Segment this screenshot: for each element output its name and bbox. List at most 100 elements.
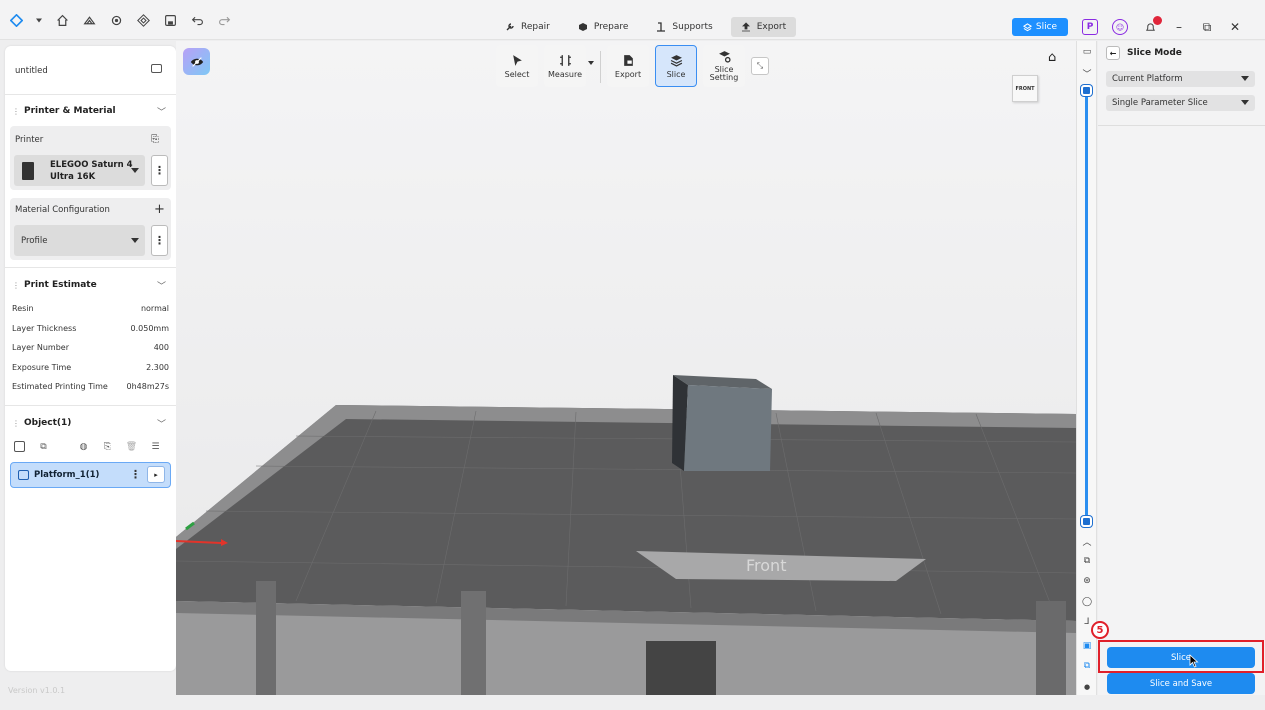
checkbox-icon[interactable] [14,441,25,452]
layer-slider-column: ▭ ﹀ ︿ ⧉ ⊛ ◯ ⅃ ▣ ⧉ ● [1076,41,1097,695]
printer-select[interactable]: ELEGOO Saturn 4 Ultra 16K [14,155,145,186]
platform-expand-icon[interactable]: ▸ [147,466,165,483]
group-icon[interactable]: ⧉ [38,441,49,452]
slice-tool[interactable]: Slice [655,45,697,87]
estimate-label: Estimated Printing Time [12,382,108,391]
chevron-down-icon[interactable]: ﹀ [157,417,167,430]
material-config-label: Material Configuration [15,205,110,215]
dropdown-arrow-icon [1241,76,1249,81]
undo-icon[interactable] [189,12,205,28]
mouse-cursor-icon [1189,654,1199,668]
export-tool[interactable]: Export [607,45,649,87]
pro-badge-icon[interactable]: P [1082,19,1098,35]
layers-view-icon[interactable]: ⧉ [1081,660,1093,672]
platform-item[interactable]: Platform_1(1) ⋮ ▸ [10,462,171,488]
duplicate-icon[interactable]: ⎘ [102,441,113,452]
sidebar-toggle-icon[interactable]: ▭ [1081,46,1093,58]
copy-view-icon[interactable]: ⧉ [1081,555,1093,567]
restore-icon[interactable]: ⧉ [1200,20,1214,35]
slice-tool-label: Slice [666,69,686,79]
printer-material-header[interactable]: ⋮ Printer & Material [12,106,116,116]
quick-toolbar [8,12,232,28]
estimate-value: 0.050mm [130,324,170,333]
estimate-row: Resin normal [12,304,169,313]
bottom-bar [0,695,1265,710]
3d-viewport[interactable]: Front Select Measure Export Slice Slice … [176,41,1076,695]
tab-export[interactable]: Export [730,17,797,37]
panel-toggle-icon[interactable] [151,64,162,73]
slice-and-save-button[interactable]: Slice and Save [1107,673,1255,694]
divider [5,405,176,406]
ring-icon[interactable]: ◯ [1081,596,1093,608]
user-avatar-icon[interactable]: ☺ [1112,19,1128,35]
profile-more-button[interactable]: ⋮ [151,225,168,256]
tab-export-label: Export [756,22,787,32]
arrange-icon[interactable]: ☰ [150,441,161,452]
wrench-icon [506,23,514,31]
tab-supports-label: Supports [672,22,713,32]
add-material-icon[interactable]: + [154,202,165,217]
tab-repair[interactable]: Repair [495,17,560,37]
redo-icon[interactable] [216,12,232,28]
view-cube[interactable]: FRONT [1012,75,1038,102]
platform-view-icon[interactable]: ▣ [1081,640,1093,652]
home-icon[interactable] [54,12,70,28]
collapse-toolbar-button[interactable]: ⤡ [751,57,769,75]
chevron-down-icon[interactable]: ﹀ [1081,67,1093,80]
resin-icon[interactable] [81,12,97,28]
estimate-label: Layer Thickness [12,324,77,333]
platform-more-icon[interactable]: ⋮ [130,468,141,481]
menu-dropdown-icon[interactable] [35,12,43,28]
divider [5,94,176,95]
slice-mode-header: ← Slice Mode [1106,46,1182,60]
slice-and-save-label: Slice and Save [1149,678,1213,689]
plugin-icon[interactable] [135,12,151,28]
save-icon[interactable] [162,12,178,28]
printer-box: Printer ⎘ ELEGOO Saturn 4 Ultra 16K ⋮ [10,126,171,190]
printer-image-icon [22,162,34,180]
measure-tool[interactable]: Measure [544,45,594,87]
tab-prepare[interactable]: Prepare [568,17,639,37]
notification-badge [1153,16,1162,25]
chevron-down-icon[interactable]: ﹀ [157,105,167,118]
app-logo-icon[interactable] [8,12,24,28]
print-estimate-header[interactable]: ⋮ Print Estimate [12,280,97,290]
palette-icon[interactable]: ◍ [78,441,89,452]
back-arrow-icon[interactable]: ← [1106,46,1120,60]
print-estimate-title: Print Estimate [24,280,97,290]
measure-dropdown-icon[interactable] [588,61,594,65]
home-view-icon[interactable]: ⌂ [1048,50,1056,65]
select-tool[interactable]: Select [496,45,538,87]
layer-slider-track[interactable] [1085,93,1088,522]
slice-top-label: Slice [1035,22,1058,32]
workflow-tabs: Repair Prepare Supports Export [495,17,797,37]
printer-more-button[interactable]: ⋮ [151,155,168,186]
slice-setting-tool[interactable]: Slice Setting [703,45,745,87]
scan-icon[interactable]: ⊛ [1081,575,1093,587]
slice-mode-select[interactable]: Single Parameter Slice [1106,95,1255,111]
printer-settings-icon[interactable]: ⎘ [151,134,159,145]
chevron-down-icon[interactable]: ﹀ [157,279,167,292]
tab-supports[interactable]: Supports [646,17,722,37]
layer-slider-bottom-handle[interactable] [1081,516,1092,527]
close-icon[interactable]: ✕ [1228,20,1242,34]
printer-label: Printer [15,135,44,145]
profile-select[interactable]: Profile [14,225,145,256]
layers-icon [1022,22,1032,31]
object-header[interactable]: ⋮ Object(1) [12,418,71,428]
delete-icon[interactable]: 🗑 [126,441,137,452]
slice-top-button[interactable]: Slice [1012,18,1068,36]
dot-icon[interactable]: ● [1081,681,1093,693]
settings-icon[interactable] [108,12,124,28]
minimize-icon[interactable]: – [1172,20,1186,34]
notification-icon[interactable] [1142,16,1162,35]
estimate-value: 0h48m27s [126,382,169,391]
chevron-up-icon[interactable]: ︿ [1081,535,1093,548]
drag-handle-icon: ⋮ [12,418,20,428]
object-toolbar: ⧉ ◍ ⎘ 🗑 ☰ [14,441,161,452]
top-right-controls: Slice P ☺ – ⧉ ✕ [1012,16,1242,36]
layer-slider-top-handle[interactable] [1081,85,1092,96]
visibility-toggle-button[interactable] [183,48,210,75]
platform-select[interactable]: Current Platform [1106,71,1255,87]
estimate-value: normal [140,304,169,313]
